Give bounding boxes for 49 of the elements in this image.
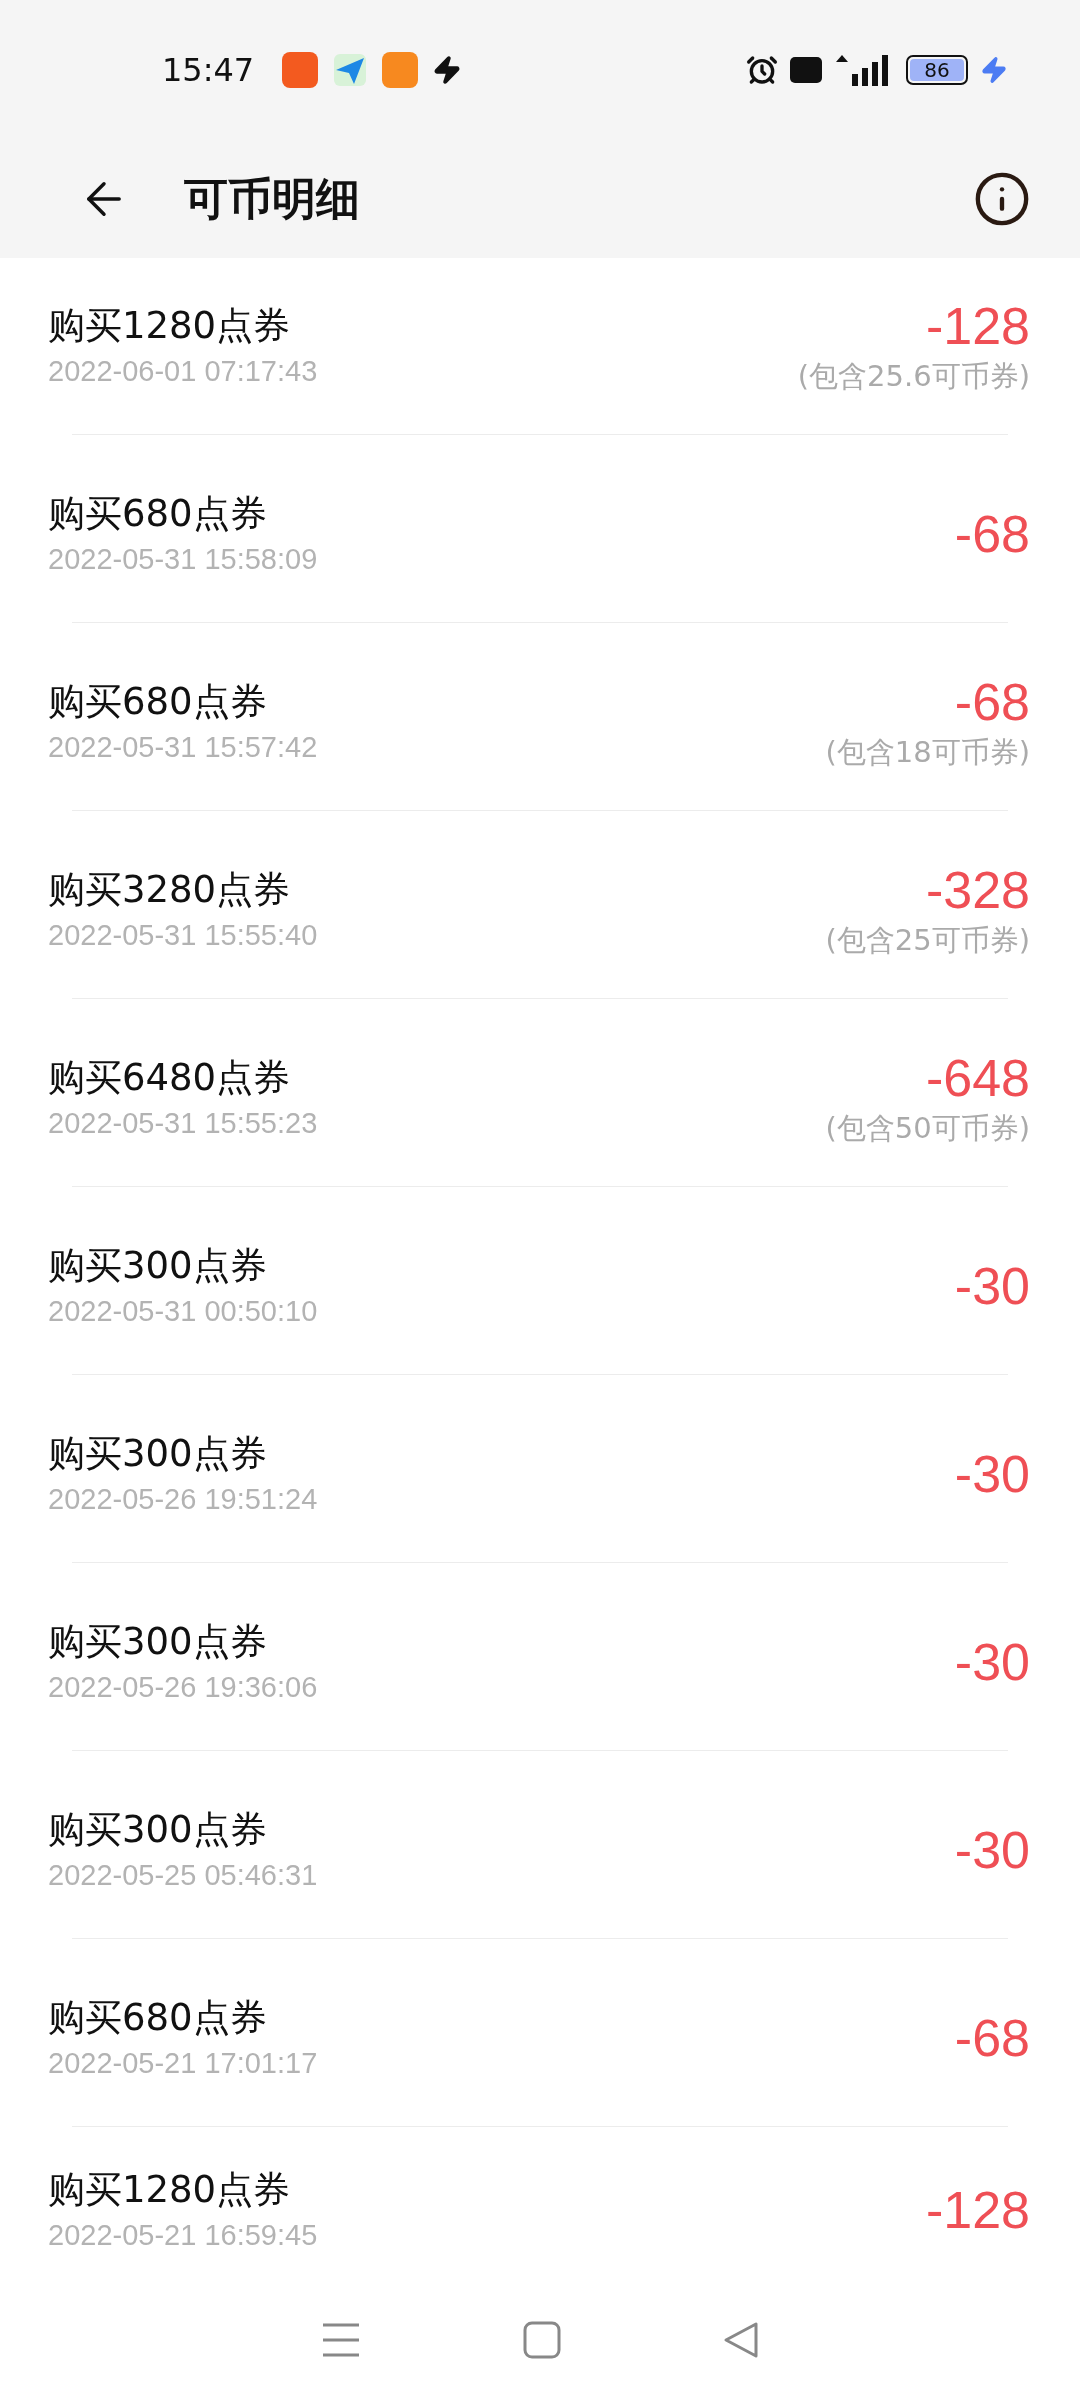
lightning-icon	[432, 55, 462, 85]
charging-icon	[980, 56, 1008, 84]
status-time: 15:47	[162, 50, 256, 91]
record-amount: -30	[954, 1819, 1030, 1880]
record-amount: -128	[925, 296, 1030, 356]
home-icon[interactable]	[523, 2321, 561, 2359]
app-notification-icon	[382, 52, 418, 88]
back-icon[interactable]	[723, 2321, 759, 2359]
record-title: 购买6480点券	[48, 1054, 292, 1101]
record-title: 购买680点券	[48, 490, 268, 537]
record-title: 购买300点券	[48, 1618, 268, 1665]
record-time: 2022-05-31 15:55:23	[48, 1105, 318, 1141]
coupon-note: (包含25可币券)	[825, 921, 1030, 959]
app-notification-icon	[282, 52, 318, 88]
record-time: 2022-05-25 05:46:31	[48, 1857, 318, 1893]
record-title: 购买300点券	[48, 1806, 268, 1853]
record-title: 购买300点券	[48, 1430, 268, 1477]
record-time: 2022-05-26 19:51:24	[48, 1481, 318, 1517]
record-amount: -68	[954, 671, 1030, 732]
battery-level: 86	[924, 60, 950, 80]
record-time: 2022-05-21 17:01:17	[48, 2045, 318, 2081]
coupon-note: (包含18可币券)	[825, 733, 1030, 771]
menu-icon[interactable]	[321, 2322, 361, 2358]
record-title: 购买1280点券	[48, 303, 292, 349]
record-time: 2022-06-01 07:17:43	[48, 354, 318, 389]
record-title: 购买1280点券	[48, 2166, 292, 2213]
record-time: 2022-05-26 19:36:06	[48, 1669, 318, 1705]
record-time: 2022-05-31 15:57:42	[48, 729, 318, 765]
record-amount: -128	[925, 2179, 1030, 2240]
alarm-icon	[746, 54, 778, 86]
record-title: 购买3280点券	[48, 866, 292, 913]
record-amount: -68	[954, 2007, 1030, 2068]
record-time: 2022-05-21 16:59:45	[48, 2217, 318, 2253]
record-amount: -30	[954, 1255, 1030, 1316]
record-title: 购买300点券	[48, 1242, 268, 1289]
record-title: 购买680点券	[48, 1994, 268, 2041]
coupon-note: (包含50可币券)	[825, 1109, 1030, 1147]
record-amount: -30	[954, 1443, 1030, 1504]
page-title: 可币明细	[184, 172, 360, 226]
coupon-note: (包含25.6可币券)	[797, 358, 1030, 395]
record-time: 2022-05-31 15:55:40	[48, 917, 318, 953]
record-amount: -328	[925, 859, 1030, 920]
record-time: 2022-05-31 15:58:09	[48, 541, 318, 577]
record-title: 购买680点券	[48, 678, 268, 725]
record-time: 2022-05-31 00:50:10	[48, 1293, 318, 1329]
record-amount: -648	[925, 1047, 1030, 1108]
record-amount: -30	[954, 1631, 1030, 1692]
paper-plane-icon	[332, 52, 368, 88]
record-amount: -68	[954, 503, 1030, 564]
